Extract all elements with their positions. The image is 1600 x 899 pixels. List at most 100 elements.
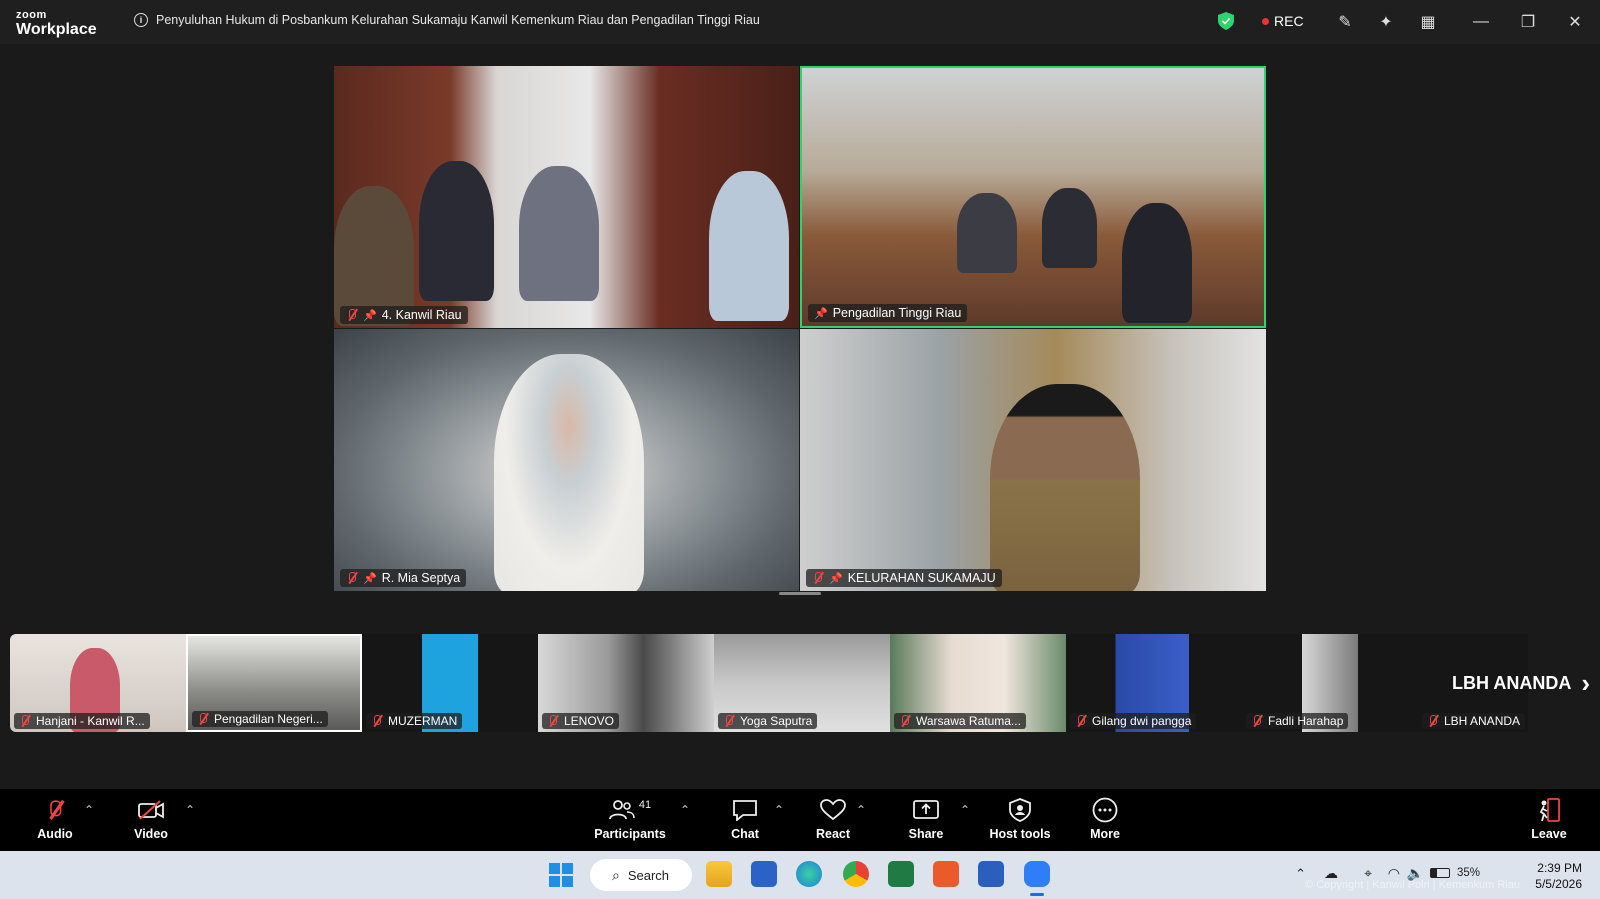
zoom-app-icon[interactable] — [1024, 861, 1050, 887]
video-gallery: 📌 4. Kanwil Riau 📌 Pengadilan Tinggi Ria… — [0, 44, 1600, 789]
participants-button[interactable]: 41 Participants — [585, 795, 675, 841]
share-button[interactable]: Share — [881, 795, 971, 841]
thumb-label: Hanjani - Kanwil R... — [14, 713, 150, 729]
audio-options-caret-icon[interactable]: ⌃ — [84, 803, 94, 817]
tile-name-label: 📌 4. Kanwil Riau — [340, 306, 468, 324]
video-button[interactable]: Video — [106, 795, 196, 841]
thumb-yoga-saputra[interactable]: Yoga Saputra — [714, 634, 890, 732]
participants-icon: 41 — [608, 795, 652, 825]
muted-mic-icon — [19, 714, 31, 728]
resize-handle[interactable] — [779, 592, 821, 595]
title-bar: zoom Workplace i Penyuluhan Hukum di Pos… — [0, 0, 1600, 44]
minimize-icon[interactable]: — — [1470, 11, 1492, 33]
chevron-right-icon: › — [1581, 668, 1590, 698]
muted-mic-icon — [723, 714, 735, 728]
share-screen-icon — [912, 795, 940, 825]
tile-name-label: 📌 KELURAHAN SUKAMAJU — [806, 569, 1002, 587]
windows-start-icon[interactable] — [548, 862, 574, 888]
restore-icon[interactable]: ❐ — [1517, 11, 1539, 33]
close-icon[interactable]: ✕ — [1564, 11, 1586, 33]
host-tools-button[interactable]: Host tools — [975, 795, 1065, 841]
thumb-label: LBH ANANDA — [1422, 713, 1526, 729]
participants-count: 41 — [638, 799, 652, 811]
shield-icon — [1009, 795, 1031, 825]
taskbar-search[interactable]: ⌕ Search — [590, 859, 692, 891]
tile-name-label: 📌 Pengadilan Tinggi Riau — [808, 304, 968, 322]
thumb-label: Warsawa Ratuma... — [894, 713, 1026, 729]
leave-button[interactable]: Leave — [1504, 795, 1594, 841]
react-button[interactable]: React — [788, 795, 878, 841]
muted-mic-icon — [346, 571, 358, 585]
video-tile-kanwil-riau[interactable]: 📌 4. Kanwil Riau — [334, 66, 799, 328]
thumb-pengadilan-negeri[interactable]: Pengadilan Negeri... — [186, 634, 362, 732]
muted-mic-icon — [547, 714, 559, 728]
recording-indicator[interactable]: REC — [1262, 13, 1304, 29]
react-options-caret-icon[interactable]: ⌃ — [856, 803, 866, 817]
muted-mic-icon — [49, 795, 62, 825]
battery-icon[interactable] — [1430, 868, 1450, 878]
more-dots-icon — [1092, 795, 1118, 825]
pin-icon: 📌 — [363, 309, 377, 322]
thumb-fadli[interactable]: Fadli Harahap — [1242, 634, 1418, 732]
microsoft-store-icon[interactable] — [751, 861, 777, 887]
active-app-indicator — [1030, 893, 1044, 896]
audio-button[interactable]: Audio — [10, 795, 100, 841]
chat-button[interactable]: Chat — [700, 795, 790, 841]
thumb-gilang[interactable]: Gilang dwi pangga — [1066, 634, 1242, 732]
windows-taskbar: ⌕ Search ⌃ ☁ ⌖ ◠ 🔈 35% 2:39 PM 5/5/2026 … — [0, 851, 1600, 899]
taskbar-clock[interactable]: 2:39 PM 5/5/2026 — [1535, 860, 1582, 892]
muted-mic-icon — [899, 714, 911, 728]
file-explorer-icon[interactable] — [706, 861, 732, 887]
zoom-logo: zoom Workplace — [16, 9, 97, 38]
participant-figure — [494, 354, 644, 591]
participant-figure — [419, 161, 494, 301]
thumb-hanjani[interactable]: Hanjani - Kanwil R... — [10, 634, 186, 732]
muted-mic-icon — [1251, 714, 1263, 728]
pin-icon: 📌 — [363, 572, 377, 585]
participant-strip: Hanjani - Kanwil R... Pengadilan Negeri.… — [0, 634, 1600, 732]
battery-percent: 35% — [1456, 867, 1480, 879]
thumb-lenovo[interactable]: LENOVO — [538, 634, 714, 732]
thumb-label: MUZERMAN — [366, 713, 463, 729]
chat-icon — [732, 795, 758, 825]
share-options-caret-icon[interactable]: ⌃ — [960, 803, 970, 817]
participant-figure — [519, 166, 599, 301]
more-button[interactable]: More — [1060, 795, 1150, 841]
thumb-label: LENOVO — [542, 713, 620, 729]
meeting-info[interactable]: i Penyuluhan Hukum di Posbankum Keluraha… — [134, 13, 760, 27]
edge-browser-icon[interactable] — [796, 861, 822, 887]
info-icon[interactable]: i — [134, 13, 148, 27]
muted-mic-icon — [812, 571, 824, 585]
ai-companion-icon[interactable]: ✦ — [1375, 11, 1397, 33]
muted-mic-icon — [197, 712, 209, 726]
participant-figure — [334, 186, 414, 326]
thumb-muzerman[interactable]: MUZERMAN — [362, 634, 538, 732]
pin-icon: 📌 — [814, 307, 828, 320]
strip-next-button[interactable]: LBH ANANDA › — [1452, 670, 1590, 696]
video-options-caret-icon[interactable]: ⌃ — [185, 803, 195, 817]
excel-icon[interactable] — [888, 861, 914, 887]
chat-options-caret-icon[interactable]: ⌃ — [774, 803, 784, 817]
participants-options-caret-icon[interactable]: ⌃ — [680, 803, 690, 817]
muted-mic-icon — [1427, 714, 1439, 728]
office-icon[interactable] — [933, 861, 959, 887]
chrome-browser-icon[interactable] — [843, 861, 869, 887]
meeting-toolbar: Audio ⌃ Video ⌃ 41 Participants ⌃ Chat ⌃… — [0, 789, 1600, 851]
participant-figure — [1042, 188, 1097, 268]
thumb-label: Gilang dwi pangga — [1070, 713, 1197, 729]
meeting-title: Penyuluhan Hukum di Posbankum Kelurahan … — [156, 13, 760, 27]
word-icon[interactable] — [978, 861, 1004, 887]
heart-icon — [820, 795, 846, 825]
video-tile-mia-septya[interactable]: 📌 R. Mia Septya — [334, 329, 799, 591]
annotate-pencil-icon[interactable]: ✎ — [1334, 11, 1356, 33]
encryption-shield-icon[interactable] — [1218, 12, 1234, 30]
pin-icon: 📌 — [829, 572, 843, 585]
video-off-icon — [137, 795, 165, 825]
leave-door-icon — [1536, 795, 1562, 825]
video-tile-kelurahan-sukamaju[interactable]: 📌 KELURAHAN SUKAMAJU — [800, 329, 1266, 591]
thumb-warsawa[interactable]: Warsawa Ratuma... — [890, 634, 1066, 732]
apps-grid-icon[interactable]: ▦ — [1417, 11, 1439, 33]
video-tile-pengadilan-tinggi-riau[interactable]: 📌 Pengadilan Tinggi Riau — [800, 66, 1266, 328]
participant-figure — [957, 193, 1017, 273]
muted-mic-icon — [371, 714, 383, 728]
